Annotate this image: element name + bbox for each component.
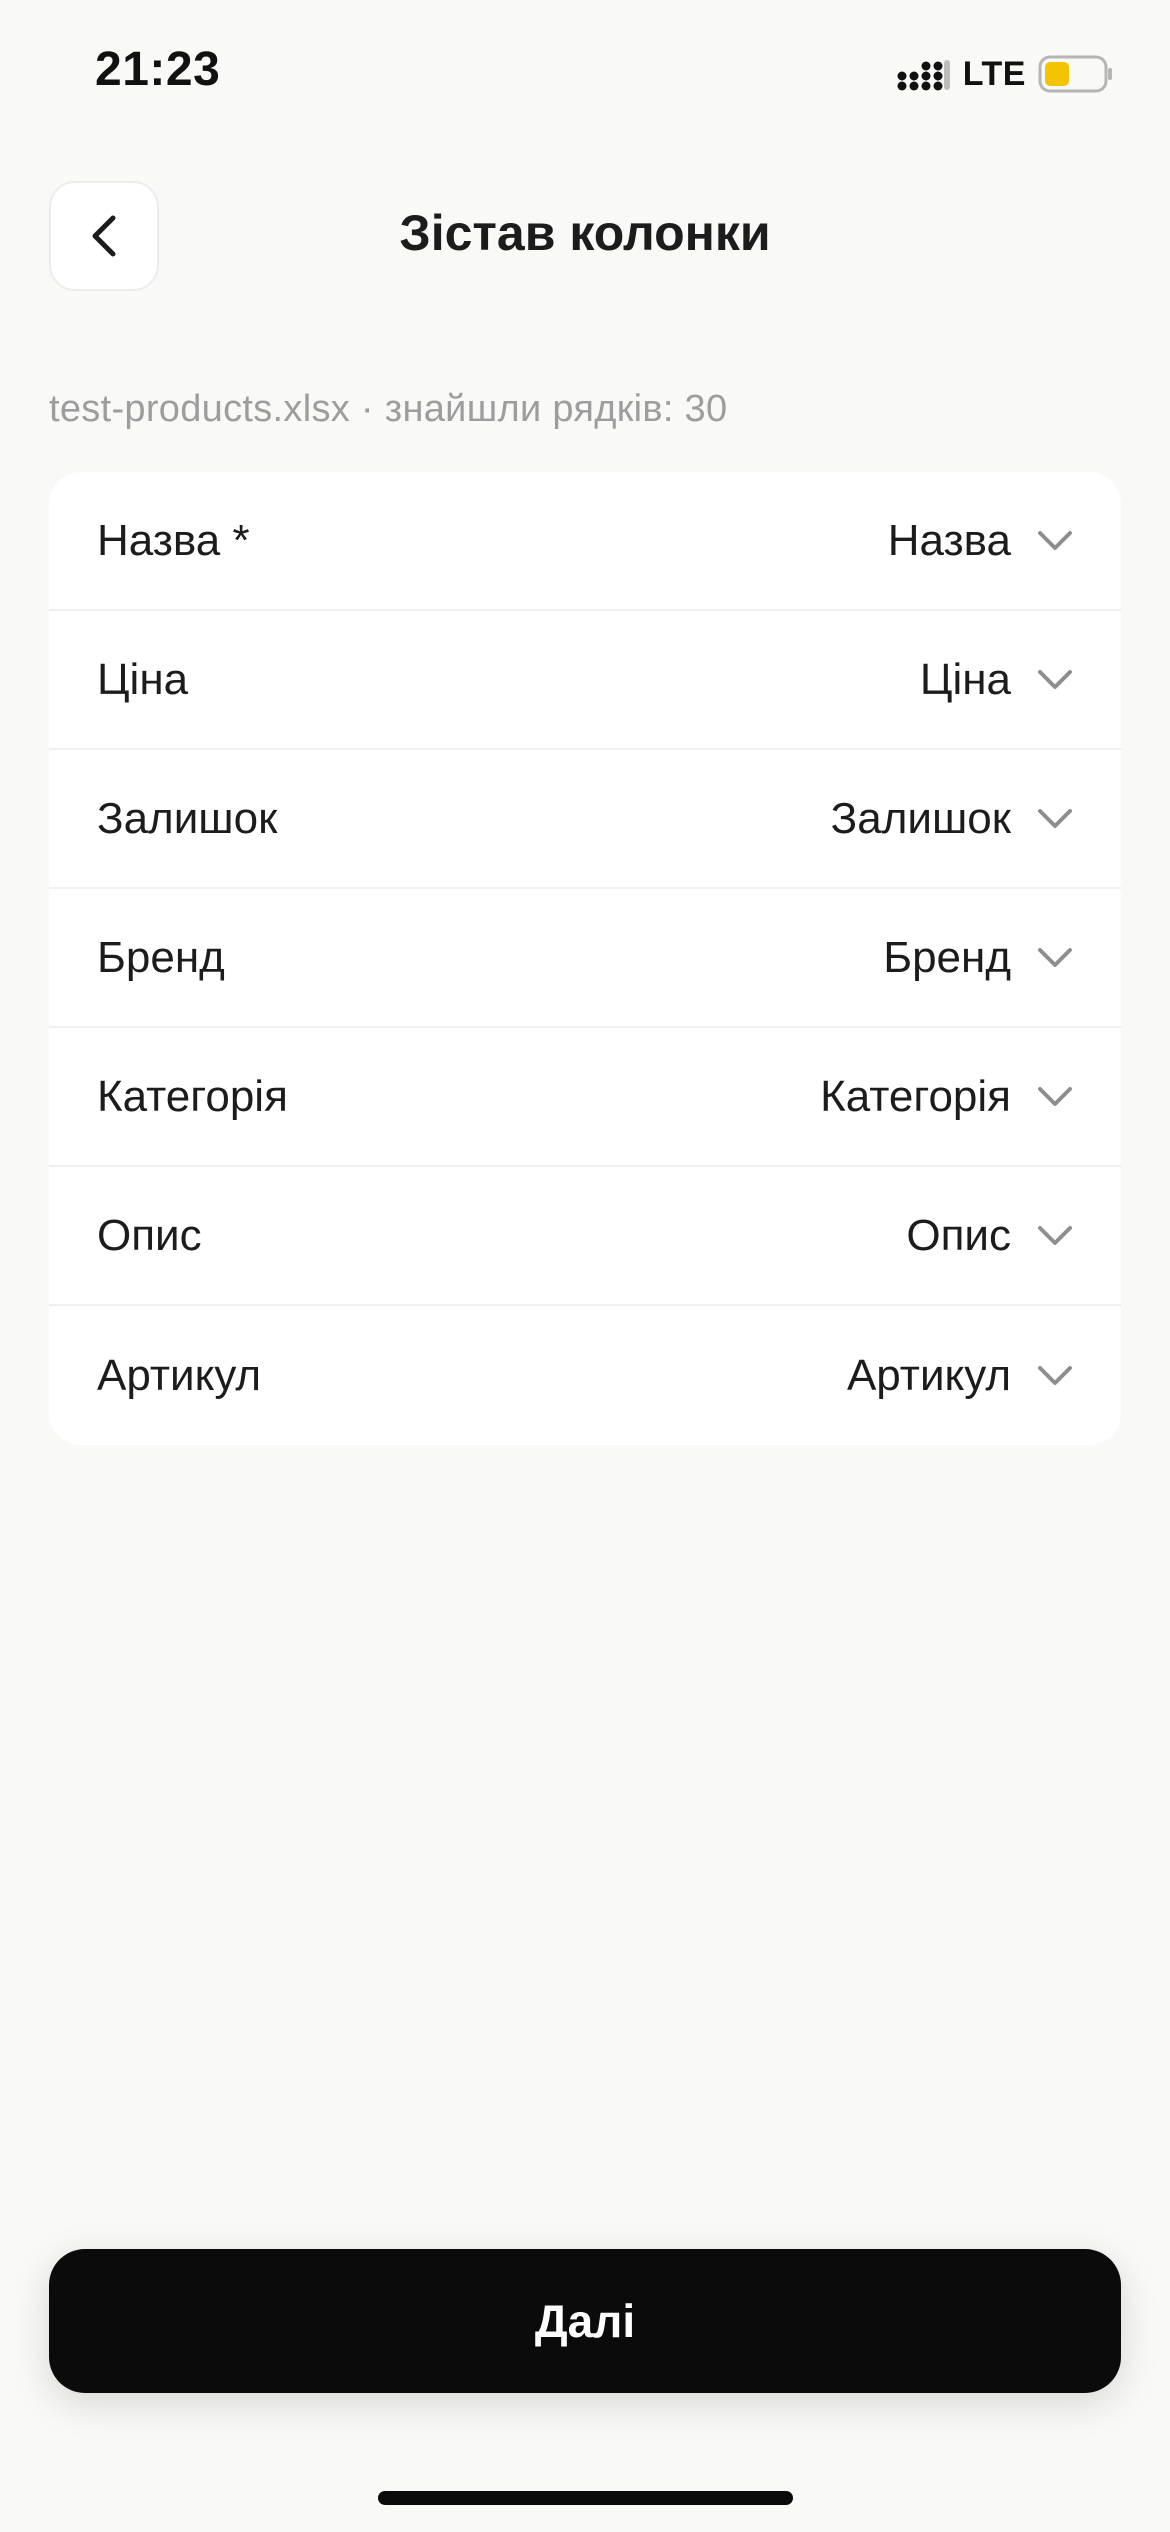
- file-info: test-products.xlsx · знайшли рядків: 30: [49, 388, 728, 430]
- chevron-down-icon: [1037, 1365, 1073, 1387]
- network-label: LTE: [962, 54, 1026, 93]
- column-select[interactable]: Ціна: [920, 655, 1073, 705]
- column-select[interactable]: Назва: [888, 516, 1073, 566]
- column-select[interactable]: Бренд: [883, 933, 1073, 983]
- column-select-value: Артикул: [846, 1350, 1011, 1400]
- mapping-row-brand[interactable]: Бренд Бренд: [49, 889, 1121, 1028]
- home-indicator: [378, 2491, 793, 2505]
- mapping-row-category[interactable]: Категорія Категорія: [49, 1028, 1121, 1167]
- status-bar: 21:23 LTE: [0, 0, 1170, 150]
- mapping-row-price[interactable]: Ціна Ціна: [49, 611, 1121, 750]
- mapping-row-stock[interactable]: Залишок Залишок: [49, 750, 1121, 889]
- mapping-row-label: Категорія: [97, 1071, 288, 1121]
- column-select[interactable]: Категорія: [820, 1072, 1073, 1122]
- next-button-label: Далі: [534, 2295, 636, 2347]
- mapping-row-label: Бренд: [97, 932, 225, 982]
- next-button[interactable]: Далі: [49, 2249, 1121, 2393]
- chevron-down-icon: [1037, 530, 1073, 552]
- battery-icon: [1038, 55, 1114, 93]
- status-indicators: LTE: [897, 52, 1114, 96]
- mapping-row-label: Ціна: [97, 654, 189, 704]
- mapping-row-label: Опис: [97, 1210, 202, 1260]
- column-select[interactable]: Опис: [906, 1211, 1073, 1261]
- column-select[interactable]: Залишок: [831, 794, 1073, 844]
- chevron-down-icon: [1037, 669, 1073, 691]
- mapping-row-label: Залишок: [97, 793, 278, 843]
- column-select-value: Бренд: [883, 932, 1011, 982]
- chevron-down-icon: [1037, 1225, 1073, 1247]
- column-select-value: Ціна: [919, 654, 1011, 704]
- mapping-row-label: Артикул: [97, 1350, 262, 1400]
- mapping-row-name[interactable]: Назва * Назва: [49, 472, 1121, 611]
- column-select-value: Опис: [906, 1210, 1011, 1260]
- column-mapping-list: Назва * Назва Ціна Ціна Залишок Залишок …: [49, 472, 1121, 1445]
- mapping-row-label: Назва *: [97, 515, 250, 565]
- column-select[interactable]: Артикул: [847, 1351, 1073, 1401]
- column-select-value: Категорія: [820, 1071, 1011, 1121]
- status-time: 21:23: [95, 43, 221, 96]
- mapping-row-description[interactable]: Опис Опис: [49, 1167, 1121, 1306]
- signal-icon: [897, 56, 951, 92]
- mapping-row-sku[interactable]: Артикул Артикул: [49, 1306, 1121, 1445]
- page-title: Зістав колонки: [399, 205, 771, 261]
- chevron-down-icon: [1037, 1086, 1073, 1108]
- chevron-down-icon: [1037, 808, 1073, 830]
- chevron-down-icon: [1037, 947, 1073, 969]
- column-select-value: Залишок: [830, 793, 1011, 843]
- column-select-value: Назва: [887, 515, 1011, 565]
